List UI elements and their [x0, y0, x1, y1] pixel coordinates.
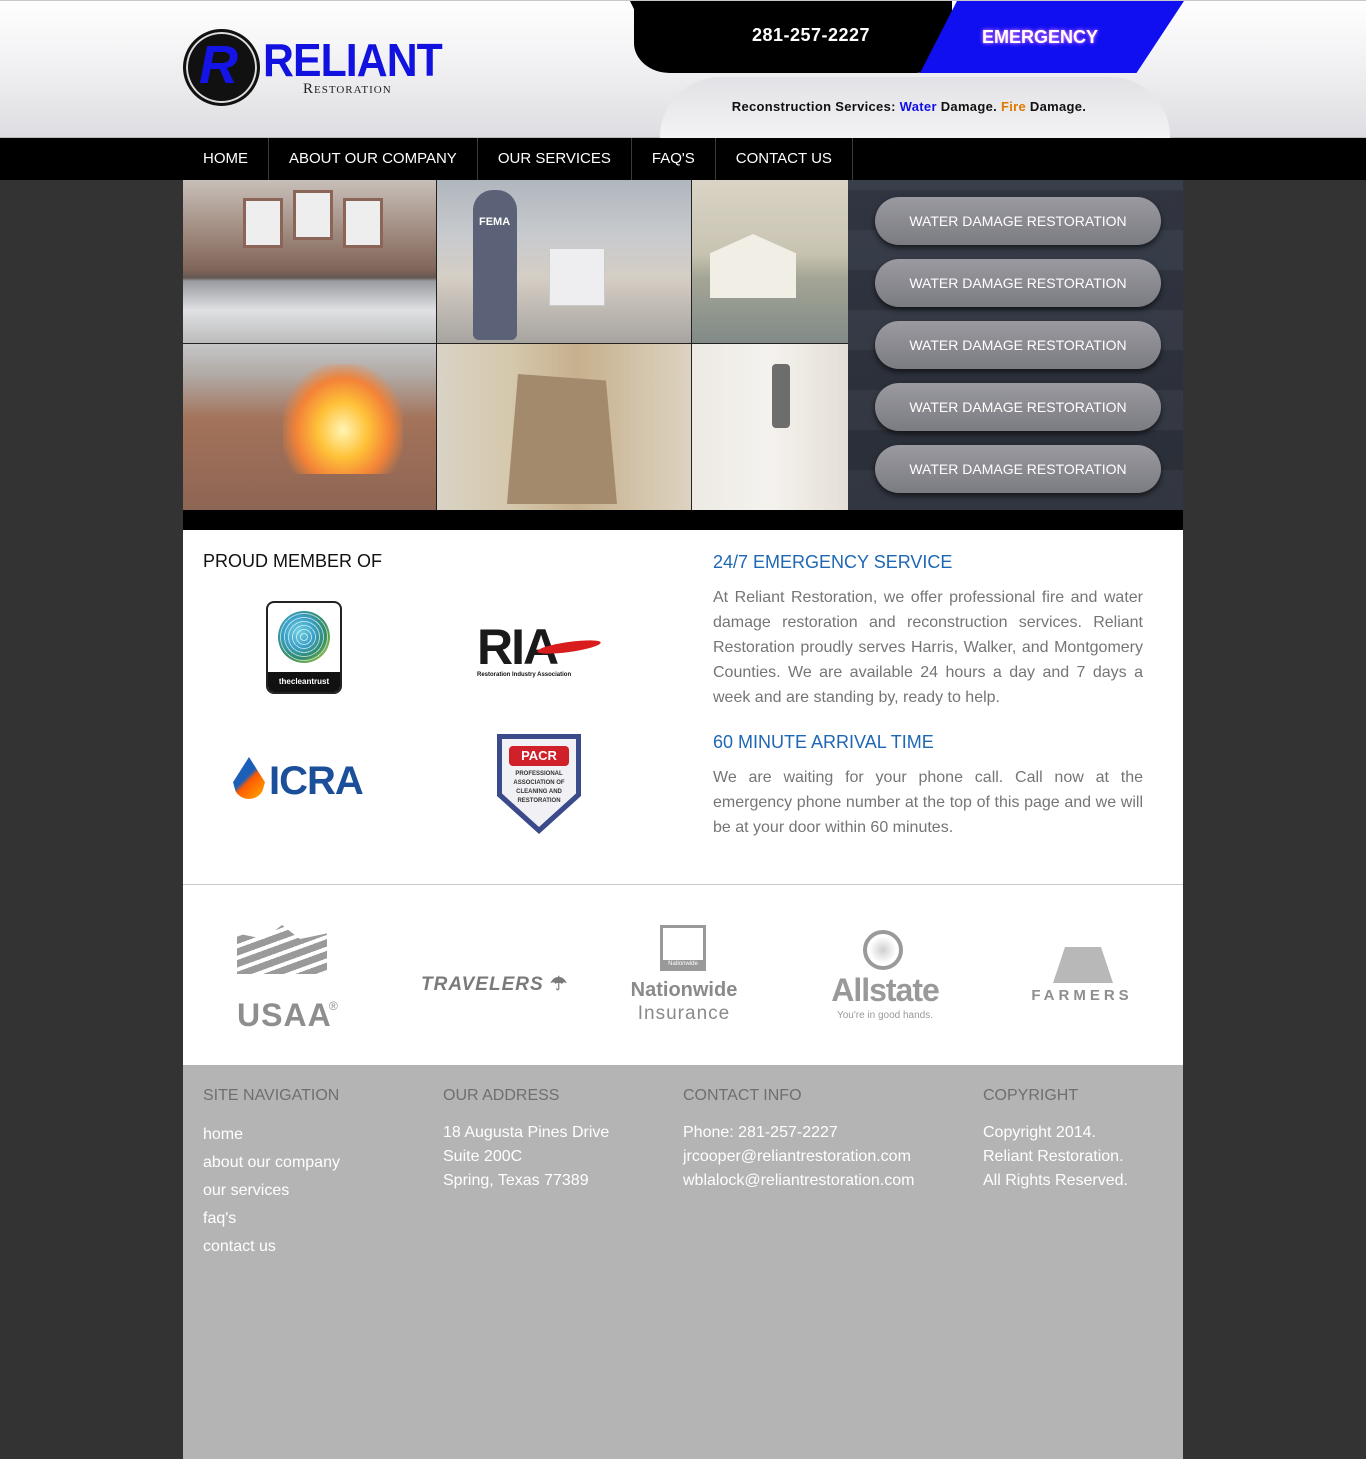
service-button[interactable]: WATER DAMAGE RESTORATION	[875, 197, 1161, 245]
footer-link-faqs[interactable]: faq's	[203, 1205, 340, 1233]
service-button[interactable]: WATER DAMAGE RESTORATION	[875, 321, 1161, 369]
nav-services[interactable]: OUR SERVICES	[478, 138, 632, 180]
photo-fema-cleanup: FEMA	[437, 180, 691, 343]
photo-damaged-wall	[437, 344, 691, 510]
pacr-lines: PROFESSIONAL ASSOCIATION OF CLEANING AND…	[513, 771, 565, 804]
footer-link-contact[interactable]: contact us	[203, 1233, 340, 1261]
eagle-icon	[237, 925, 327, 974]
service-button[interactable]: WATER DAMAGE RESTORATION	[875, 445, 1161, 493]
tagline-water: Water	[899, 99, 937, 114]
nationwide-logo: Nationwide Insurance	[625, 925, 745, 1025]
service-button-panel: WATER DAMAGE RESTORATION WATER DAMAGE RE…	[848, 180, 1183, 510]
arrival-time-heading: 60 MINUTE ARRIVAL TIME	[713, 732, 934, 752]
logo-letter: R	[199, 35, 238, 95]
nav-faqs[interactable]: FAQ'S	[632, 138, 716, 180]
nav-contact[interactable]: CONTACT US	[716, 138, 853, 180]
footer-contact-heading: CONTACT INFO	[683, 1087, 802, 1104]
farmers-wordmark: FARMERS	[1031, 987, 1133, 1004]
tagline-fire: Fire	[1000, 99, 1026, 114]
footer-address-heading: OUR ADDRESS	[443, 1087, 560, 1104]
globe-icon	[278, 611, 330, 663]
address-line: Spring, Texas 77389	[443, 1172, 589, 1189]
allstate-wordmark: Allstate	[831, 972, 940, 1008]
umbrella-icon: ☂	[549, 974, 568, 995]
copyright-line: Reliant Restoration.	[983, 1148, 1124, 1165]
logo-emblem: R	[183, 29, 260, 106]
hands-icon	[863, 930, 903, 970]
address-line: 18 Augusta Pines Drive	[443, 1124, 610, 1141]
insurance-partners: USAA ® TRAVELERS ☂ Nationwide Insurance …	[183, 885, 1183, 1066]
photo-flooded-house	[692, 180, 848, 343]
drop-flame-icon	[233, 757, 265, 799]
arrival-time-text: We are waiting for your phone call. Call…	[713, 769, 1143, 836]
header-phone-number[interactable]: 281-257-2227	[700, 25, 922, 46]
site-header: R Reliant Restoration 281-257-2227 EMERG…	[0, 0, 1366, 139]
header-tagline: Reconstruction Services: Water Damage. F…	[660, 99, 1158, 114]
farmers-crest-icon	[1053, 947, 1113, 983]
usaa-wordmark: USAA	[237, 997, 332, 1033]
emergency-service-text: At Reliant Restoration, we offer profess…	[713, 589, 1143, 706]
photo-building-fire	[183, 344, 436, 510]
tagline-prefix: Reconstruction Services:	[731, 99, 896, 114]
pacr-tag: PACR	[509, 746, 569, 766]
registered-mark: ®	[329, 999, 338, 1013]
copyright-line: All Rights Reserved.	[983, 1172, 1128, 1189]
logo-wordmark: Reliant	[263, 34, 443, 86]
travelers-wordmark: TRAVELERS	[421, 974, 544, 995]
allstate-slogan: You're in good hands.	[836, 1010, 934, 1021]
copyright-line: Copyright 2014.	[983, 1124, 1096, 1141]
service-button[interactable]: WATER DAMAGE RESTORATION	[875, 259, 1161, 307]
footer-nav-heading: SITE NAVIGATION	[203, 1087, 340, 1104]
nationwide-sub: Insurance	[637, 1003, 731, 1024]
tagline-end: Damage.	[1029, 99, 1087, 114]
ria-caption: Restoration Industry Association	[477, 672, 572, 678]
hero-banner: FEMA WATER DAMAGE RESTORATION WATER DAMA…	[183, 180, 1183, 510]
footer-email[interactable]: jrcooper@reliantrestoration.com	[683, 1145, 914, 1169]
hero-divider-bar	[183, 510, 1183, 530]
site-logo[interactable]: R Reliant Restoration	[183, 29, 443, 109]
address-line: Suite 200C	[443, 1148, 523, 1165]
main-content: PROUD MEMBER OF thecleantrust RIA Restor…	[183, 530, 1183, 885]
footer-copyright-heading: COPYRIGHT	[983, 1087, 1079, 1104]
photo-repaired-wall	[692, 344, 848, 510]
logo-subtitle: Restoration	[303, 81, 392, 97]
footer-link-about[interactable]: about our company	[203, 1149, 340, 1177]
icra-logo[interactable]: ICRA	[233, 751, 371, 823]
nationwide-frame-icon	[660, 925, 706, 971]
footer-link-home[interactable]: home	[203, 1121, 340, 1149]
cleantrust-label: thecleantrust	[268, 672, 340, 692]
nationwide-wordmark: Nationwide	[630, 979, 738, 1001]
footer-site-navigation: SITE NAVIGATION home about our company o…	[203, 1087, 340, 1261]
photo-flooded-interior	[183, 180, 436, 343]
nav-about[interactable]: ABOUT OUR COMPANY	[269, 138, 478, 180]
footer-address: OUR ADDRESS 18 Augusta Pines Drive Suite…	[443, 1087, 609, 1193]
pacr-logo[interactable]: PACR PROFESSIONAL ASSOCIATION OF CLEANIN…	[497, 734, 581, 834]
main-nav: HOME ABOUT OUR COMPANY OUR SERVICES FAQ'…	[0, 138, 1366, 180]
ria-logo[interactable]: RIA Restoration Industry Association	[477, 622, 603, 682]
allstate-logo: Allstate You're in good hands.	[821, 930, 951, 1025]
footer-copyright: COPYRIGHT Copyright 2014. Reliant Restor…	[983, 1087, 1128, 1193]
service-button[interactable]: WATER DAMAGE RESTORATION	[875, 383, 1161, 431]
emergency-service-heading: 24/7 EMERGENCY SERVICE	[713, 552, 953, 572]
members-heading: PROUD MEMBER OF	[203, 551, 383, 571]
footer-link-services[interactable]: our services	[203, 1177, 340, 1205]
footer-phone[interactable]: Phone: 281-257-2227	[683, 1121, 914, 1145]
usaa-logo: USAA ®	[237, 925, 341, 1033]
emergency-link[interactable]: EMERGENCY	[958, 27, 1122, 48]
travelers-logo: TRAVELERS ☂	[421, 973, 568, 996]
nav-home[interactable]: HOME	[183, 138, 269, 180]
site-footer: SITE NAVIGATION home about our company o…	[183, 1065, 1183, 1459]
farmers-logo: FARMERS	[1023, 947, 1143, 1017]
icra-wordmark: ICRA	[269, 759, 364, 803]
tagline-mid: Damage.	[940, 99, 998, 114]
cleantrust-logo[interactable]: thecleantrust	[266, 601, 342, 694]
footer-email[interactable]: wblalock@reliantrestoration.com	[683, 1169, 914, 1193]
footer-contact-info: CONTACT INFO Phone: 281-257-2227 jrcoope…	[683, 1087, 914, 1193]
